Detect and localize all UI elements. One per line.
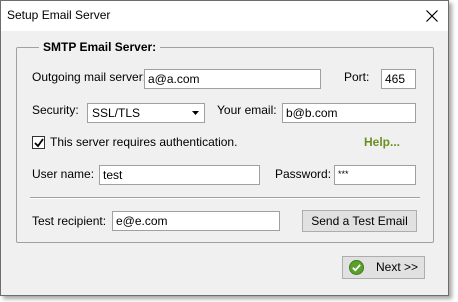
window-title: Setup Email Server (7, 8, 111, 22)
your-email-label: Your email: (217, 103, 277, 117)
title-bar: Setup Email Server (1, 1, 448, 31)
test-recipient-input[interactable]: e@e.com (112, 211, 280, 231)
outgoing-server-label: Outgoing mail server: (32, 70, 147, 84)
username-label: User name: (32, 167, 95, 181)
section-divider (30, 197, 420, 199)
next-button[interactable]: Next >> (342, 256, 425, 279)
security-select[interactable]: SSL/TLS (87, 103, 205, 123)
password-label: Password: (275, 167, 332, 181)
check-circle-icon (349, 260, 364, 275)
your-email-input[interactable]: b@b.com (282, 103, 416, 123)
chevron-down-icon (192, 111, 199, 115)
username-input[interactable]: test (99, 165, 260, 185)
port-label: Port: (344, 70, 370, 84)
next-button-label: Next >> (376, 260, 419, 274)
send-test-email-button[interactable]: Send a Test Email (302, 210, 417, 232)
port-input[interactable]: 465 (381, 69, 416, 89)
auth-checkbox[interactable] (32, 136, 45, 149)
close-icon (426, 10, 438, 22)
setup-email-dialog: Setup Email Server SMTP Email Server: Ou… (0, 0, 449, 296)
security-select-value: SSL/TLS (92, 106, 141, 120)
dropdown-button[interactable] (187, 104, 204, 122)
password-input[interactable]: *** (334, 165, 416, 185)
smtp-group-legend: SMTP Email Server: (39, 40, 161, 54)
help-link[interactable]: Help... (364, 135, 400, 149)
auth-checkbox-label[interactable]: This server requires authentication. (50, 135, 237, 149)
checkmark-icon (34, 138, 44, 148)
outgoing-server-input[interactable]: a@a.com (144, 69, 321, 89)
test-recipient-label: Test recipient: (32, 214, 107, 228)
close-button[interactable] (416, 1, 448, 31)
security-label: Security: (32, 103, 79, 117)
